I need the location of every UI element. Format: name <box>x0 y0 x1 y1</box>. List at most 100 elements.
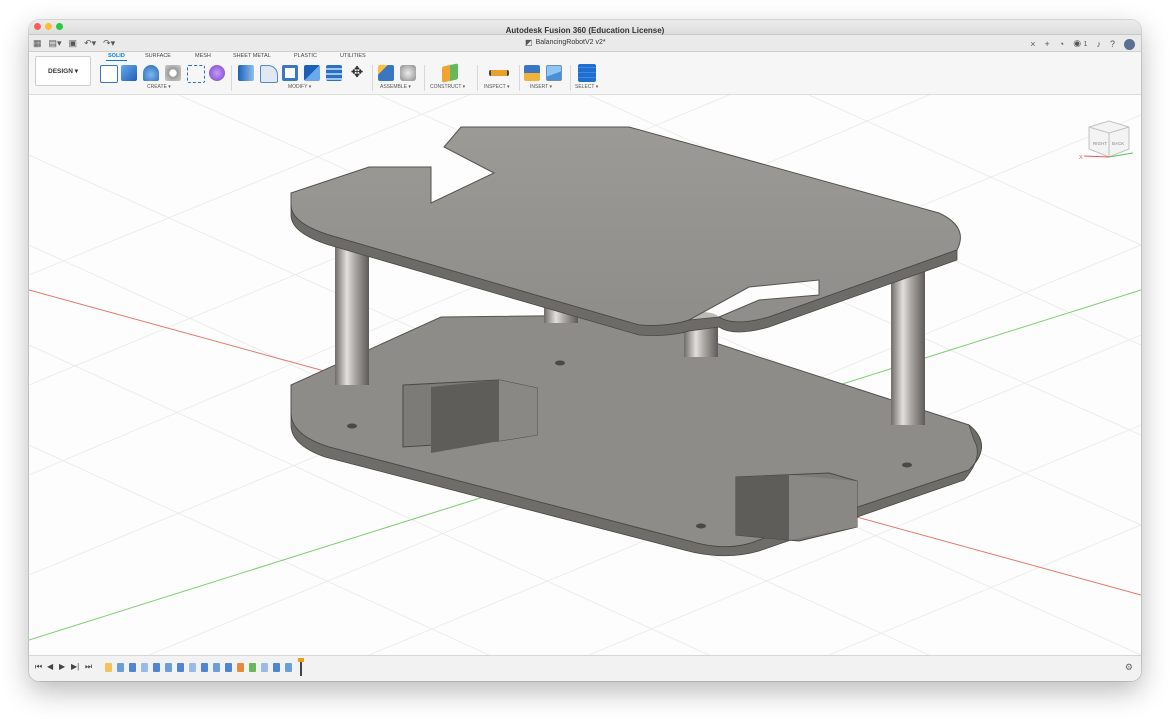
hole-icon[interactable] <box>165 65 181 81</box>
tab-solid[interactable]: SOLID <box>106 53 127 61</box>
timeline-feature[interactable] <box>105 663 112 672</box>
app-grid-icon[interactable]: ▦ <box>33 37 42 49</box>
timeline-bar: ⏮ ◀ ▶ ▶| ⏭ ⚙ <box>29 655 1141 681</box>
mount-hole <box>347 423 357 429</box>
timeline-prev-icon[interactable]: ◀ <box>47 662 53 671</box>
timeline-feature[interactable] <box>213 663 220 672</box>
timeline-feature[interactable] <box>249 663 256 672</box>
mount-hole <box>555 360 565 366</box>
tab-bar-right-tools: × + ◔ ◉ 1 ♪ ? <box>1030 36 1135 52</box>
title-bar: Autodesk Fusion 360 (Education License) <box>29 20 1141 35</box>
separator <box>477 65 478 91</box>
assemble-group-label[interactable]: ASSEMBLE ▾ <box>380 84 411 90</box>
mount-hole <box>902 462 912 468</box>
timeline-feature[interactable] <box>201 663 208 672</box>
document-tab-bar: ▦ ▤▾ ▣ ↶▾ ↷▾ ◩ BalancingRobotV2 v2* × + … <box>29 35 1141 52</box>
separator <box>372 65 373 91</box>
extrude-icon[interactable] <box>121 65 137 81</box>
combine-icon[interactable] <box>304 65 320 81</box>
timeline-marker[interactable] <box>298 658 304 676</box>
viewcube-x-label: X <box>1079 155 1083 161</box>
separator <box>231 65 232 91</box>
bottom-plate[interactable] <box>290 314 982 557</box>
model-canvas[interactable]: RIGHT BACK X <box>29 95 1141 655</box>
workspace-switcher-button[interactable]: DESIGN ▾ <box>35 56 91 86</box>
window-controls <box>34 23 63 30</box>
tab-surface[interactable]: SURFACE <box>145 53 171 59</box>
timeline-first-icon[interactable]: ⏮ <box>35 662 42 672</box>
tab-mesh[interactable]: MESH <box>195 53 211 59</box>
workspace-label: DESIGN ▾ <box>48 68 78 75</box>
select-icon[interactable] <box>578 64 596 82</box>
separator <box>570 65 571 91</box>
new-tab-icon[interactable]: + <box>1045 37 1050 51</box>
revolve-icon[interactable] <box>143 65 159 81</box>
timeline-play-icon[interactable]: ▶ <box>59 662 65 671</box>
decal-icon[interactable] <box>546 65 562 81</box>
extensions-icon[interactable]: ♪ <box>1096 37 1101 51</box>
offset-plane-icon[interactable] <box>442 63 458 83</box>
timeline-feature[interactable] <box>129 663 136 672</box>
tab-sheet-metal[interactable]: SHEET METAL <box>233 53 271 59</box>
document-tab[interactable]: ◩ BalancingRobotV2 v2* <box>525 37 606 49</box>
move-icon[interactable]: ✥ <box>349 65 365 81</box>
timeline-settings-gear-icon[interactable]: ⚙ <box>1125 662 1133 673</box>
file-menu-icon[interactable]: ▤▾ <box>49 37 62 49</box>
top-plate[interactable] <box>290 126 961 336</box>
timeline-feature[interactable] <box>153 663 160 672</box>
avatar[interactable] <box>1124 39 1135 50</box>
close-window-button[interactable] <box>34 23 41 30</box>
view-cube[interactable]: RIGHT BACK X <box>1079 120 1134 161</box>
insert-group-label[interactable]: INSERT ▾ <box>530 84 552 90</box>
form-icon[interactable] <box>209 65 225 81</box>
timeline-feature[interactable] <box>237 663 244 672</box>
motor-bracket-right[interactable] <box>735 472 858 542</box>
document-tab-label: BalancingRobotV2 v2* <box>535 39 606 46</box>
pattern-icon[interactable] <box>187 65 205 83</box>
press-pull-icon[interactable] <box>238 65 254 81</box>
app-window: Autodesk Fusion 360 (Education License) … <box>29 20 1141 681</box>
save-icon[interactable]: ▣ <box>69 37 78 49</box>
redo-icon[interactable]: ↷▾ <box>103 37 115 49</box>
viewcube-right-label: RIGHT <box>1093 141 1107 146</box>
undo-icon[interactable]: ↶▾ <box>84 37 96 49</box>
create-group-label[interactable]: CREATE ▾ <box>147 84 171 90</box>
timeline-next-icon[interactable]: ▶| <box>71 662 79 671</box>
help-icon[interactable]: ? <box>1110 37 1115 51</box>
timeline-feature[interactable] <box>285 663 292 672</box>
timeline-feature[interactable] <box>273 663 280 672</box>
separator <box>519 65 520 91</box>
toolbar-ribbon: DESIGN ▾ SOLID SURFACE MESH SHEET METAL … <box>29 52 1141 95</box>
timeline-feature[interactable] <box>177 663 184 672</box>
zoom-window-button[interactable] <box>56 23 63 30</box>
notifications-icon[interactable]: ◉ 1 <box>1073 36 1087 52</box>
notifications-count: 1 <box>1083 41 1088 48</box>
timeline-feature[interactable] <box>141 663 148 672</box>
fillet-icon[interactable] <box>260 65 278 83</box>
timeline-last-icon[interactable]: ⏭ <box>85 662 92 672</box>
canvas-viewport[interactable]: RIGHT BACK X <box>29 95 1141 655</box>
close-tab-icon[interactable]: × <box>1030 37 1035 51</box>
modify-group-label[interactable]: MODIFY ▾ <box>288 84 311 90</box>
separator <box>424 65 425 91</box>
select-group-label[interactable]: SELECT ▾ <box>575 84 598 90</box>
mount-hole <box>696 523 706 529</box>
sketch-icon[interactable] <box>100 65 118 83</box>
timeline-feature[interactable] <box>165 663 172 672</box>
timeline-feature[interactable] <box>189 663 196 672</box>
insert-derive-icon[interactable] <box>524 65 540 81</box>
timeline-feature[interactable] <box>261 663 268 672</box>
scale-icon[interactable] <box>326 65 342 81</box>
tab-plastic[interactable]: PLASTIC <box>294 53 317 59</box>
timeline-feature[interactable] <box>117 663 124 672</box>
new-component-icon[interactable] <box>378 65 394 81</box>
minimize-window-button[interactable] <box>45 23 52 30</box>
measure-icon[interactable] <box>489 70 509 76</box>
shell-icon[interactable] <box>282 65 298 81</box>
joint-icon[interactable] <box>400 65 416 81</box>
timeline-feature[interactable] <box>225 663 232 672</box>
inspect-group-label[interactable]: INSPECT ▾ <box>484 84 509 90</box>
construct-group-label[interactable]: CONSTRUCT ▾ <box>430 84 465 90</box>
job-status-icon[interactable]: ◔ <box>1059 37 1064 51</box>
tab-utilities[interactable]: UTILITIES <box>340 53 366 59</box>
